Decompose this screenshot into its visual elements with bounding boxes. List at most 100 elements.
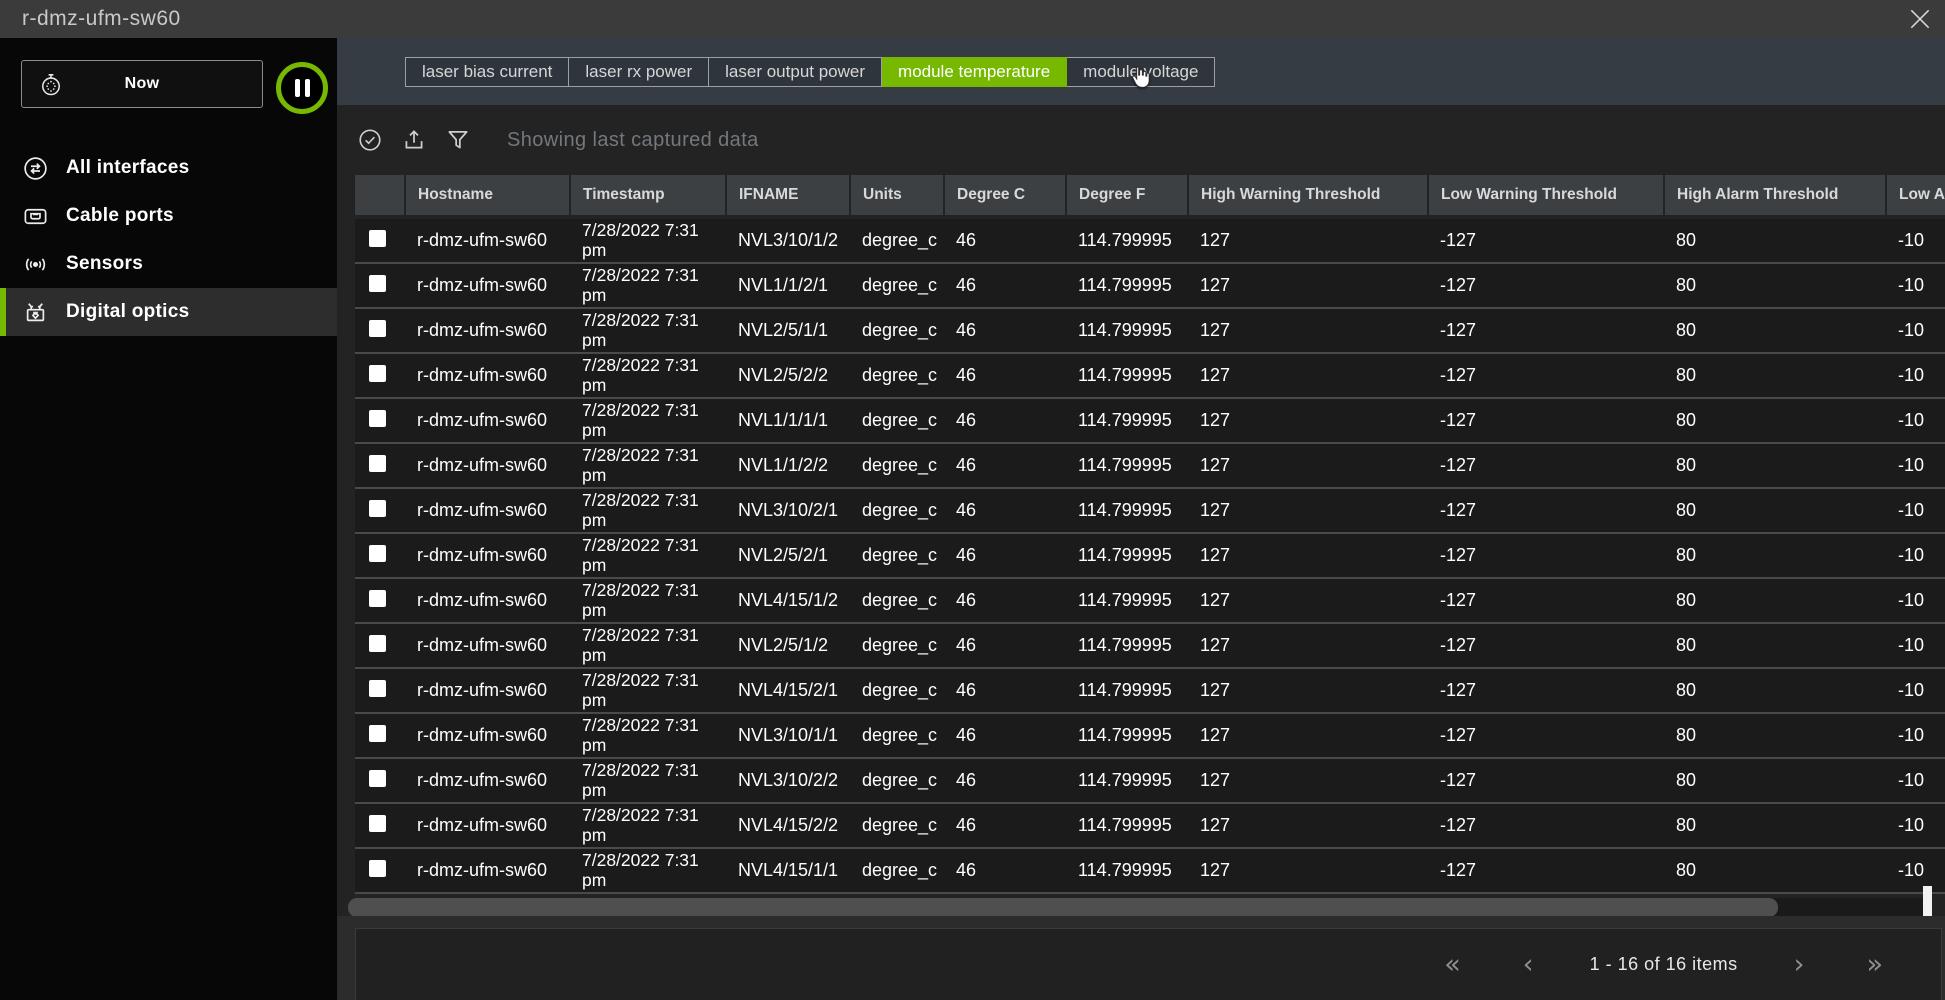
tab-module-temperature[interactable]: module temperature	[882, 57, 1067, 87]
cell-low_alarm_threshold: -10	[1886, 217, 1945, 263]
checkbox-cell	[355, 533, 405, 578]
close-icon	[1907, 20, 1933, 35]
horizontal-scrollbar-track[interactable]	[348, 898, 1930, 917]
cell-high_warning_threshold: 127	[1188, 848, 1428, 893]
row-checkbox[interactable]	[369, 365, 386, 382]
check-circle-icon[interactable]	[357, 127, 383, 153]
window-title: r-dmz-ufm-sw60	[22, 7, 181, 31]
pause-button[interactable]	[276, 62, 328, 114]
cell-low_warning_threshold: -127	[1428, 398, 1664, 443]
cell-low_warning_threshold: -127	[1428, 308, 1664, 353]
tab-laser-bias-current[interactable]: laser bias current	[405, 57, 569, 87]
cell-degree_c: 46	[944, 578, 1066, 623]
cell-high_alarm_threshold: 80	[1664, 713, 1886, 758]
checkbox-cell	[355, 263, 405, 308]
tab-module-voltage[interactable]: module voltage	[1067, 57, 1215, 87]
row-checkbox[interactable]	[369, 680, 386, 697]
table-header-row: HostnameTimestampIFNAMEUnitsDegree CDegr…	[355, 175, 1945, 217]
sensors-icon	[22, 251, 49, 278]
sidebar-item-sensors[interactable]: Sensors	[0, 240, 337, 288]
column-header-high-warning-threshold[interactable]: High Warning Threshold	[1188, 175, 1428, 217]
export-icon[interactable]	[401, 127, 427, 153]
cell-low_alarm_threshold: -10	[1886, 398, 1945, 443]
cell-degree_f: 114.799995	[1066, 758, 1188, 803]
row-checkbox[interactable]	[369, 410, 386, 427]
column-header-ifname[interactable]: IFNAME	[726, 175, 850, 217]
cell-degree_c: 46	[944, 533, 1066, 578]
tab-laser-output-power[interactable]: laser output power	[709, 57, 882, 87]
row-checkbox[interactable]	[369, 455, 386, 472]
cell-timestamp: 7/28/2022 7:31 pm	[570, 308, 726, 353]
cell-high_alarm_threshold: 80	[1664, 263, 1886, 308]
vertical-scrollbar-thumb[interactable]	[1923, 886, 1932, 916]
cell-hostname: r-dmz-ufm-sw60	[405, 353, 570, 398]
cell-ifname: NVL4/15/1/1	[726, 848, 850, 893]
cell-units: degree_c	[850, 398, 944, 443]
cell-timestamp: 7/28/2022 7:31 pm	[570, 758, 726, 803]
row-checkbox[interactable]	[369, 725, 386, 742]
column-header-degree-c[interactable]: Degree C	[944, 175, 1066, 217]
column-header-low-alarm-threshold[interactable]: Low Alarm Threshold	[1886, 175, 1945, 217]
previous-page-icon: ‹	[1523, 949, 1534, 980]
row-checkbox[interactable]	[369, 500, 386, 517]
cell-low_warning_threshold: -127	[1428, 488, 1664, 533]
cell-high_alarm_threshold: 80	[1664, 803, 1886, 848]
cell-low_alarm_threshold: -10	[1886, 578, 1945, 623]
row-checkbox[interactable]	[369, 275, 386, 292]
sidebar-item-label: All interfaces	[66, 157, 190, 179]
row-checkbox[interactable]	[369, 545, 386, 562]
next-page-button[interactable]: ›	[1788, 951, 1811, 978]
cell-high_warning_threshold: 127	[1188, 398, 1428, 443]
table-row: r-dmz-ufm-sw607/28/2022 7:31 pmNVL3/10/2…	[355, 758, 1945, 803]
cell-hostname: r-dmz-ufm-sw60	[405, 488, 570, 533]
cell-timestamp: 7/28/2022 7:31 pm	[570, 398, 726, 443]
data-grid: HostnameTimestampIFNAMEUnitsDegree CDegr…	[355, 175, 1945, 898]
cell-degree_c: 46	[944, 713, 1066, 758]
cell-low_alarm_threshold: -10	[1886, 623, 1945, 668]
sidebar-item-all-interfaces[interactable]: All interfaces	[0, 144, 337, 192]
sidebar-item-cable-ports[interactable]: Cable ports	[0, 192, 337, 240]
row-checkbox[interactable]	[369, 230, 386, 247]
cell-hostname: r-dmz-ufm-sw60	[405, 533, 570, 578]
column-header-low-warning-threshold[interactable]: Low Warning Threshold	[1428, 175, 1664, 217]
column-header-timestamp[interactable]: Timestamp	[570, 175, 726, 217]
pager-controls: « ‹ 1 - 16 of 16 items › »	[1438, 929, 1889, 1000]
cell-hostname: r-dmz-ufm-sw60	[405, 308, 570, 353]
cell-high_warning_threshold: 127	[1188, 353, 1428, 398]
cell-high_warning_threshold: 127	[1188, 263, 1428, 308]
previous-page-button[interactable]: ‹	[1517, 951, 1540, 978]
cell-high_alarm_threshold: 80	[1664, 217, 1886, 263]
cell-degree_c: 46	[944, 443, 1066, 488]
first-page-icon: «	[1444, 949, 1461, 980]
tab-group: laser bias currentlaser rx powerlaser ou…	[405, 57, 1215, 87]
row-checkbox[interactable]	[369, 860, 386, 877]
column-header-degree-f[interactable]: Degree F	[1066, 175, 1188, 217]
filter-icon[interactable]	[445, 127, 471, 153]
row-checkbox[interactable]	[369, 320, 386, 337]
column-header-high-alarm-threshold[interactable]: High Alarm Threshold	[1664, 175, 1886, 217]
close-button[interactable]	[1905, 4, 1935, 34]
checkbox-cell	[355, 217, 405, 263]
checkbox-cell	[355, 443, 405, 488]
cell-degree_f: 114.799995	[1066, 353, 1188, 398]
row-checkbox[interactable]	[369, 815, 386, 832]
cell-hostname: r-dmz-ufm-sw60	[405, 668, 570, 713]
table-row: r-dmz-ufm-sw607/28/2022 7:31 pmNVL1/1/2/…	[355, 263, 1945, 308]
cell-degree_c: 46	[944, 263, 1066, 308]
last-page-button[interactable]: »	[1860, 951, 1889, 978]
cell-hostname: r-dmz-ufm-sw60	[405, 758, 570, 803]
row-checkbox[interactable]	[369, 590, 386, 607]
column-header-hostname[interactable]: Hostname	[405, 175, 570, 217]
column-header-units[interactable]: Units	[850, 175, 944, 217]
horizontal-scrollbar-thumb[interactable]	[348, 898, 1778, 917]
tab-laser-rx-power[interactable]: laser rx power	[569, 57, 709, 87]
first-page-button[interactable]: «	[1438, 951, 1467, 978]
cell-high_alarm_threshold: 80	[1664, 848, 1886, 893]
sidebar-item-digital-optics[interactable]: Digital optics	[0, 288, 337, 336]
now-button[interactable]: Now	[21, 60, 263, 108]
cell-hostname: r-dmz-ufm-sw60	[405, 398, 570, 443]
cable-ports-icon	[22, 203, 49, 230]
row-checkbox[interactable]	[369, 770, 386, 787]
row-checkbox[interactable]	[369, 635, 386, 652]
cell-ifname: NVL3/10/2/2	[726, 758, 850, 803]
